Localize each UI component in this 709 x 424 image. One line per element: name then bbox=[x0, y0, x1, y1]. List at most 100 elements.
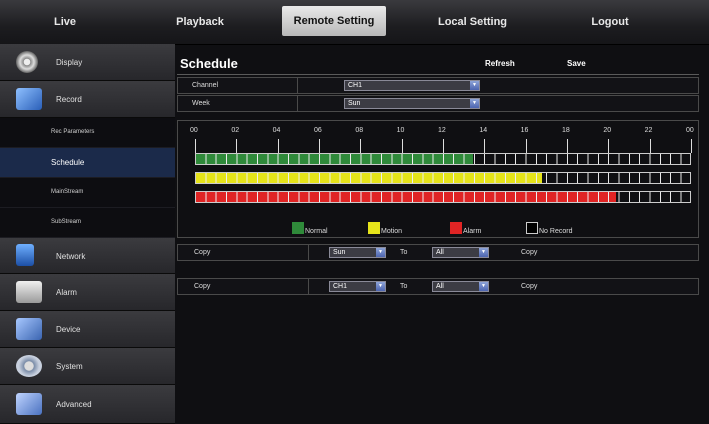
sidebar-item-label: Advanced bbox=[56, 400, 92, 409]
legend-no-record: No Record bbox=[539, 228, 573, 235]
subitem-label: Rec Parameters bbox=[51, 129, 95, 135]
sidebar-item-alarm[interactable]: Alarm bbox=[0, 274, 175, 311]
motion-swatch bbox=[368, 222, 380, 234]
copy-week-row: Copy Sun ▼ To All ▼ Copy bbox=[177, 244, 699, 261]
alarm-schedule-bar[interactable] bbox=[195, 191, 691, 203]
to-label: To bbox=[400, 283, 408, 290]
hour-label: 20 bbox=[603, 127, 612, 134]
hour-label: 16 bbox=[520, 127, 529, 134]
sidebar-item-network[interactable]: Network bbox=[0, 238, 175, 274]
hour-tick bbox=[195, 139, 196, 153]
week-value: Sun bbox=[348, 100, 361, 107]
alarm-icon bbox=[16, 281, 42, 303]
copy-to-value: All bbox=[436, 283, 444, 290]
sidebar: Display Record Rec Parameters Schedule M… bbox=[0, 44, 175, 424]
hour-tick bbox=[277, 139, 279, 153]
copy-from-channel-select[interactable]: CH1 ▼ bbox=[329, 281, 386, 292]
hour-tick bbox=[567, 139, 568, 153]
sidebar-item-device[interactable]: Device bbox=[0, 311, 175, 348]
week-select[interactable]: Sun ▼ bbox=[344, 98, 480, 109]
chevron-down-icon: ▼ bbox=[376, 282, 385, 291]
hour-label: 00 bbox=[190, 127, 198, 134]
hour-tick bbox=[236, 139, 238, 153]
hour-tick bbox=[443, 139, 444, 153]
hour-label: 04 bbox=[272, 127, 281, 134]
copy-label: Copy bbox=[194, 249, 211, 256]
tab-playback[interactable]: Playback bbox=[160, 0, 240, 44]
row-divider bbox=[308, 279, 309, 294]
advanced-icon bbox=[16, 393, 42, 415]
hour-tick bbox=[649, 139, 651, 153]
tab-live[interactable]: Live bbox=[30, 0, 100, 44]
page-title: Schedule bbox=[180, 56, 238, 71]
hour-tick bbox=[608, 139, 610, 153]
copy-channel-row: Copy CH1 ▼ To All ▼ Copy bbox=[177, 278, 699, 295]
hour-label: 06 bbox=[314, 127, 322, 134]
device-icon bbox=[16, 318, 42, 340]
copy-to-value: All bbox=[436, 249, 444, 256]
normal-schedule-bar[interactable] bbox=[195, 153, 691, 165]
tab-remote-setting[interactable]: Remote Setting bbox=[282, 6, 386, 36]
copy-label: Copy bbox=[194, 283, 211, 290]
hour-label: 10 bbox=[396, 127, 405, 134]
sidebar-item-record[interactable]: Record bbox=[0, 81, 175, 118]
week-row: Week Sun ▼ bbox=[177, 95, 699, 112]
chevron-down-icon: ▼ bbox=[376, 248, 385, 257]
schedule-grid[interactable]: 00 02 04 06 08 10 12 14 16 18 20 22 00 Normal Motion… bbox=[177, 120, 699, 238]
sidebar-subitem-schedule[interactable]: Schedule bbox=[0, 148, 175, 178]
channel-value: CH1 bbox=[348, 82, 363, 89]
schedule-panel: Schedule Refresh Save Channel CH1 ▼ Week… bbox=[177, 56, 699, 296]
sidebar-item-system[interactable]: System bbox=[0, 348, 175, 385]
sidebar-item-label: Display bbox=[56, 58, 83, 67]
no-record-swatch bbox=[526, 222, 538, 234]
save-button[interactable]: Save bbox=[567, 59, 586, 68]
hour-label: 18 bbox=[562, 127, 570, 134]
tab-local-setting[interactable]: Local Setting bbox=[425, 0, 520, 44]
subitem-label: MainStream bbox=[51, 189, 84, 195]
hour-tick bbox=[319, 139, 320, 153]
channel-label: Channel bbox=[192, 82, 219, 89]
sidebar-item-label: Device bbox=[56, 325, 81, 334]
channel-select[interactable]: CH1 ▼ bbox=[344, 80, 480, 91]
copy-from-day-select[interactable]: Sun ▼ bbox=[329, 247, 386, 258]
copy-to-day-select[interactable]: All ▼ bbox=[432, 247, 489, 258]
alarm-fill bbox=[196, 192, 616, 202]
copy-week-button[interactable]: Copy bbox=[521, 249, 537, 256]
copy-to-channel-select[interactable]: All ▼ bbox=[432, 281, 489, 292]
hour-label: 14 bbox=[479, 127, 488, 134]
subitem-label: SubStream bbox=[51, 219, 82, 225]
copy-from-value: CH1 bbox=[333, 283, 348, 290]
hour-tick bbox=[691, 139, 692, 153]
legend-normal: Normal bbox=[305, 228, 328, 235]
sidebar-item-label: Network bbox=[56, 252, 86, 261]
tab-logout[interactable]: Logout bbox=[575, 0, 645, 44]
panel-header: Schedule Refresh Save bbox=[177, 56, 699, 75]
normal-fill bbox=[196, 154, 473, 164]
display-icon bbox=[16, 51, 38, 73]
sidebar-subitem-mainstream[interactable]: MainStream bbox=[0, 178, 175, 208]
sidebar-subitem-substream[interactable]: SubStream bbox=[0, 208, 175, 238]
hour-label: 08 bbox=[355, 127, 364, 134]
sidebar-subitem-rec-parameters[interactable]: Rec Parameters bbox=[0, 118, 175, 148]
copy-from-value: Sun bbox=[333, 249, 346, 256]
chevron-down-icon: ▼ bbox=[479, 282, 488, 291]
hour-tick bbox=[401, 139, 403, 153]
motion-schedule-bar[interactable] bbox=[195, 172, 691, 184]
to-label: To bbox=[400, 249, 408, 256]
chevron-down-icon: ▼ bbox=[479, 248, 488, 257]
top-nav: Live Playback Remote Setting Local Setti… bbox=[0, 0, 709, 45]
hour-tick bbox=[484, 139, 486, 153]
chevron-down-icon: ▼ bbox=[470, 81, 479, 90]
subitem-label: Schedule bbox=[51, 158, 85, 167]
sidebar-item-label: Alarm bbox=[56, 288, 77, 297]
legend-motion: Motion bbox=[381, 228, 403, 235]
sidebar-item-label: System bbox=[56, 362, 83, 371]
sidebar-item-display[interactable]: Display bbox=[0, 44, 175, 81]
hour-label: 22 bbox=[644, 127, 653, 134]
sidebar-item-advanced[interactable]: Advanced bbox=[0, 385, 175, 424]
week-label: Week bbox=[192, 100, 210, 107]
motion-fill bbox=[196, 173, 542, 183]
refresh-button[interactable]: Refresh bbox=[485, 59, 515, 68]
copy-channel-button[interactable]: Copy bbox=[521, 283, 537, 290]
channel-row: Channel CH1 ▼ bbox=[177, 77, 699, 94]
